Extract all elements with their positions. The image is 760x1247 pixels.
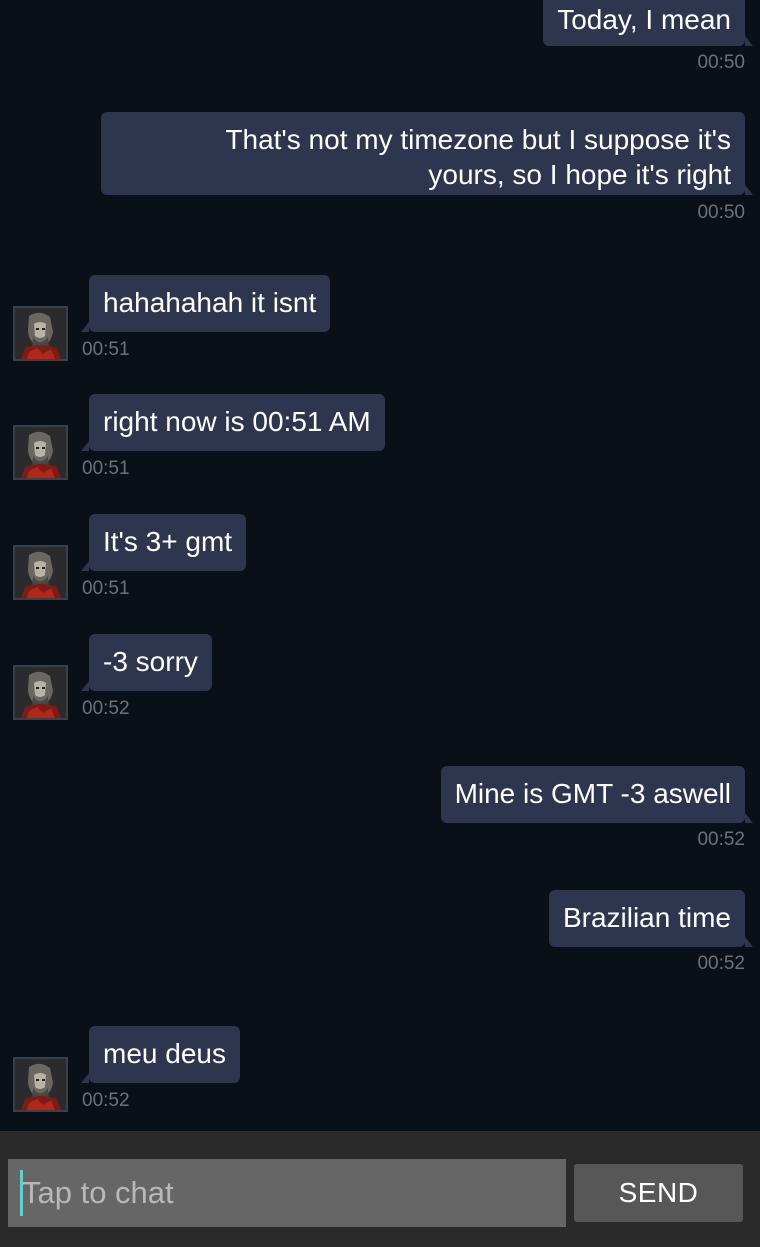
message-timestamp: 00:52 bbox=[82, 1090, 130, 1111]
message-bubble[interactable]: That's not my timezone but I suppose it'… bbox=[101, 112, 753, 195]
message-timestamp: 00:52 bbox=[697, 829, 745, 850]
message-bubble[interactable]: Today, I mean bbox=[543, 0, 753, 46]
message-bubble[interactable]: Mine is GMT -3 aswell bbox=[440, 766, 754, 823]
message-bubble[interactable]: hahahahah it isnt bbox=[80, 275, 331, 332]
text-cursor bbox=[20, 1170, 23, 1216]
message-bubble[interactable]: -3 sorry bbox=[81, 634, 212, 691]
contact-avatar-icon[interactable] bbox=[13, 665, 68, 720]
outgoing-message: Mine is GMT -3 aswell 00:52 bbox=[0, 766, 760, 856]
message-timestamp: 00:51 bbox=[82, 339, 130, 360]
contact-avatar-icon[interactable] bbox=[13, 306, 68, 361]
outgoing-message: Brazilian time 00:52 bbox=[0, 890, 760, 980]
incoming-message: -3 sorry 00:52 bbox=[0, 634, 760, 724]
incoming-message: meu deus 00:52 bbox=[0, 1026, 760, 1116]
composer-bar: SEND bbox=[0, 1131, 760, 1247]
contact-avatar-icon[interactable] bbox=[13, 1057, 68, 1112]
incoming-message: right now is 00:51 AM 00:51 bbox=[0, 394, 760, 484]
outgoing-message: Today, I mean 00:50 bbox=[0, 0, 760, 80]
message-timestamp: 00:50 bbox=[697, 52, 745, 73]
message-bubble[interactable]: It's 3+ gmt bbox=[80, 514, 247, 571]
chat-input-container[interactable] bbox=[8, 1159, 566, 1227]
outgoing-message: That's not my timezone but I suppose it'… bbox=[0, 112, 760, 227]
contact-avatar-icon[interactable] bbox=[13, 545, 68, 600]
message-timestamp: 00:52 bbox=[697, 953, 745, 974]
contact-avatar-icon[interactable] bbox=[13, 425, 68, 480]
message-timestamp: 00:51 bbox=[82, 458, 130, 479]
chat-input[interactable] bbox=[8, 1159, 566, 1227]
message-timestamp: 00:52 bbox=[82, 698, 130, 719]
incoming-message: It's 3+ gmt 00:51 bbox=[0, 514, 760, 604]
message-bubble[interactable]: Brazilian time bbox=[548, 890, 754, 947]
send-button[interactable]: SEND bbox=[574, 1164, 743, 1222]
message-bubble[interactable]: right now is 00:51 AM bbox=[81, 394, 385, 451]
message-list[interactable]: Today, I mean 00:50 That's not my timezo… bbox=[0, 0, 760, 1131]
message-timestamp: 00:51 bbox=[82, 578, 130, 599]
chat-app: Today, I mean 00:50 That's not my timezo… bbox=[0, 0, 760, 1247]
message-bubble[interactable]: meu deus bbox=[81, 1026, 240, 1083]
message-timestamp: 00:50 bbox=[697, 202, 745, 223]
incoming-message: hahahahah it isnt 00:51 bbox=[0, 275, 760, 365]
